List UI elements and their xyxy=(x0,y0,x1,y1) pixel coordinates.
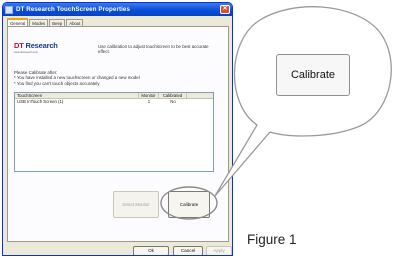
figure-caption: Figure 1 xyxy=(247,232,297,247)
annotation-overlay xyxy=(160,6,392,220)
callout-bubble xyxy=(214,6,392,197)
zoomed-calibrate-button: Calibrate xyxy=(276,54,350,96)
highlight-circle xyxy=(160,186,218,220)
